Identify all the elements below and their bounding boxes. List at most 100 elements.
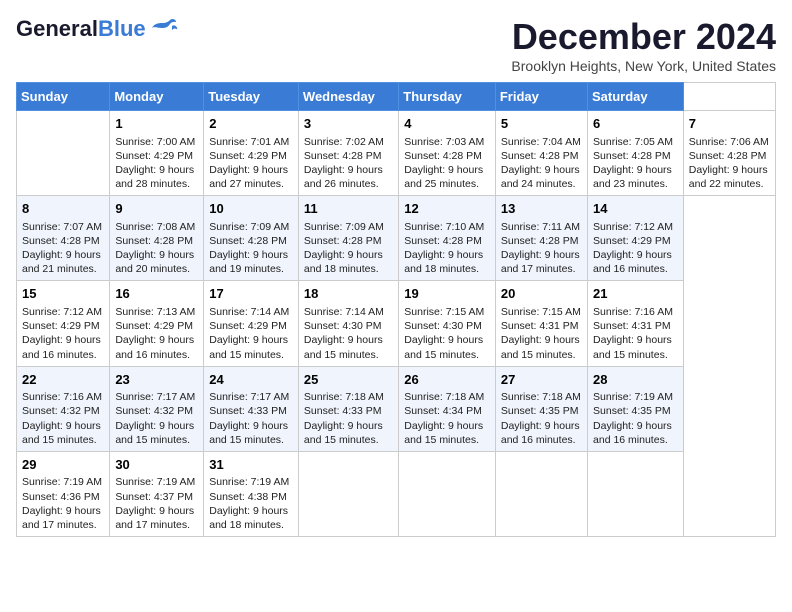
day-info: Sunrise: 7:18 AMSunset: 4:34 PMDaylight:… — [404, 390, 490, 447]
calendar-day-cell: 10Sunrise: 7:09 AMSunset: 4:28 PMDayligh… — [204, 196, 299, 281]
calendar-week-row: 22Sunrise: 7:16 AMSunset: 4:32 PMDayligh… — [17, 366, 776, 451]
day-number: 27 — [501, 371, 582, 389]
day-number: 22 — [22, 371, 104, 389]
day-number: 26 — [404, 371, 490, 389]
day-info: Sunrise: 7:18 AMSunset: 4:33 PMDaylight:… — [304, 390, 393, 447]
day-number: 30 — [115, 456, 198, 474]
calendar-day-cell: 27Sunrise: 7:18 AMSunset: 4:35 PMDayligh… — [495, 366, 587, 451]
day-number: 25 — [304, 371, 393, 389]
weekday-header-saturday: Saturday — [588, 83, 684, 111]
day-info: Sunrise: 7:12 AMSunset: 4:29 PMDaylight:… — [593, 220, 678, 277]
calendar-day-cell: 1 Sunrise: 7:00 AMSunset: 4:29 PMDaylight… — [110, 111, 204, 196]
day-number: 7 — [689, 115, 770, 133]
day-number: 2 — [209, 115, 293, 133]
calendar-day-cell — [298, 451, 398, 536]
day-info: Sunrise: 7:09 AMSunset: 4:28 PMDaylight:… — [304, 220, 393, 277]
day-number: 29 — [22, 456, 104, 474]
day-number: 31 — [209, 456, 293, 474]
day-number: 11 — [304, 200, 393, 218]
calendar-day-cell: 25Sunrise: 7:18 AMSunset: 4:33 PMDayligh… — [298, 366, 398, 451]
calendar-day-cell: 24Sunrise: 7:17 AMSunset: 4:33 PMDayligh… — [204, 366, 299, 451]
calendar-day-cell: 2Sunrise: 7:01 AMSunset: 4:29 PMDaylight… — [204, 111, 299, 196]
day-info: Sunrise: 7:17 AMSunset: 4:33 PMDaylight:… — [209, 390, 293, 447]
calendar-day-cell: 28Sunrise: 7:19 AMSunset: 4:35 PMDayligh… — [588, 366, 684, 451]
day-number: 14 — [593, 200, 678, 218]
calendar-day-cell — [495, 451, 587, 536]
day-info: Sunrise: 7:00 AMSunset: 4:29 PMDaylight:… — [115, 135, 198, 192]
day-info: Sunrise: 7:05 AMSunset: 4:28 PMDaylight:… — [593, 135, 678, 192]
day-number: 17 — [209, 285, 293, 303]
page-header: GeneralBlue December 2024 Brooklyn Heigh… — [16, 16, 776, 74]
day-info: Sunrise: 7:19 AMSunset: 4:38 PMDaylight:… — [209, 475, 293, 532]
day-number: 1 — [115, 115, 198, 133]
day-info: Sunrise: 7:19 AMSunset: 4:36 PMDaylight:… — [22, 475, 104, 532]
logo-text: GeneralBlue — [16, 16, 146, 42]
day-info: Sunrise: 7:13 AMSunset: 4:29 PMDaylight:… — [115, 305, 198, 362]
calendar-table: SundayMondayTuesdayWednesdayThursdayFrid… — [16, 82, 776, 537]
weekday-header-monday: Monday — [110, 83, 204, 111]
day-number: 24 — [209, 371, 293, 389]
logo-bird-icon — [150, 18, 178, 40]
calendar-day-cell — [588, 451, 684, 536]
calendar-day-cell: 15 Sunrise: 7:12 AMSunset: 4:29 PMDayligh… — [17, 281, 110, 366]
day-number: 4 — [404, 115, 490, 133]
day-info: Sunrise: 7:11 AMSunset: 4:28 PMDaylight:… — [501, 220, 582, 277]
day-info: Sunrise: 7:02 AMSunset: 4:28 PMDaylight:… — [304, 135, 393, 192]
day-info: Sunrise: 7:08 AMSunset: 4:28 PMDaylight:… — [115, 220, 198, 277]
calendar-day-cell: 31Sunrise: 7:19 AMSunset: 4:38 PMDayligh… — [204, 451, 299, 536]
calendar-day-cell: 23Sunrise: 7:17 AMSunset: 4:32 PMDayligh… — [110, 366, 204, 451]
calendar-day-cell: 11 Sunrise: 7:09 AMSunset: 4:28 PMDayligh… — [298, 196, 398, 281]
calendar-day-cell: 13 Sunrise: 7:11 AMSunset: 4:28 PMDayligh… — [495, 196, 587, 281]
month-title: December 2024 — [511, 16, 776, 58]
day-number: 10 — [209, 200, 293, 218]
calendar-day-cell: 6 Sunrise: 7:05 AMSunset: 4:28 PMDaylight… — [588, 111, 684, 196]
day-number: 21 — [593, 285, 678, 303]
day-number: 13 — [501, 200, 582, 218]
weekday-header-wednesday: Wednesday — [298, 83, 398, 111]
calendar-day-cell: 18 Sunrise: 7:14 AMSunset: 4:30 PMDayligh… — [298, 281, 398, 366]
day-info: Sunrise: 7:12 AMSunset: 4:29 PMDaylight:… — [22, 305, 104, 362]
weekday-header-sunday: Sunday — [17, 83, 110, 111]
calendar-week-row: 8Sunrise: 7:07 AMSunset: 4:28 PMDaylight… — [17, 196, 776, 281]
calendar-day-cell: 8Sunrise: 7:07 AMSunset: 4:28 PMDaylight… — [17, 196, 110, 281]
day-info: Sunrise: 7:19 AMSunset: 4:35 PMDaylight:… — [593, 390, 678, 447]
day-info: Sunrise: 7:15 AMSunset: 4:31 PMDaylight:… — [501, 305, 582, 362]
calendar-week-row: 1 Sunrise: 7:00 AMSunset: 4:29 PMDaylight… — [17, 111, 776, 196]
day-info: Sunrise: 7:17 AMSunset: 4:32 PMDaylight:… — [115, 390, 198, 447]
day-number: 23 — [115, 371, 198, 389]
calendar-day-cell: 21Sunrise: 7:16 AMSunset: 4:31 PMDayligh… — [588, 281, 684, 366]
calendar-day-cell: 14 Sunrise: 7:12 AMSunset: 4:29 PMDayligh… — [588, 196, 684, 281]
location-text: Brooklyn Heights, New York, United State… — [511, 58, 776, 74]
day-number: 8 — [22, 200, 104, 218]
calendar-day-cell: 22Sunrise: 7:16 AMSunset: 4:32 PMDayligh… — [17, 366, 110, 451]
calendar-day-cell: 9Sunrise: 7:08 AMSunset: 4:28 PMDaylight… — [110, 196, 204, 281]
day-info: Sunrise: 7:19 AMSunset: 4:37 PMDaylight:… — [115, 475, 198, 532]
calendar-day-cell: 3 Sunrise: 7:02 AMSunset: 4:28 PMDaylight… — [298, 111, 398, 196]
weekday-header-tuesday: Tuesday — [204, 83, 299, 111]
day-number: 12 — [404, 200, 490, 218]
day-number: 18 — [304, 285, 393, 303]
calendar-week-row: 29Sunrise: 7:19 AMSunset: 4:36 PMDayligh… — [17, 451, 776, 536]
calendar-day-cell: 17 Sunrise: 7:14 AMSunset: 4:29 PMDayligh… — [204, 281, 299, 366]
day-number: 15 — [22, 285, 104, 303]
day-info: Sunrise: 7:14 AMSunset: 4:30 PMDaylight:… — [304, 305, 393, 362]
day-number: 16 — [115, 285, 198, 303]
calendar-day-cell: 12Sunrise: 7:10 AMSunset: 4:28 PMDayligh… — [399, 196, 496, 281]
day-number: 5 — [501, 115, 582, 133]
calendar-header-row: SundayMondayTuesdayWednesdayThursdayFrid… — [17, 83, 776, 111]
day-info: Sunrise: 7:18 AMSunset: 4:35 PMDaylight:… — [501, 390, 582, 447]
day-info: Sunrise: 7:15 AMSunset: 4:30 PMDaylight:… — [404, 305, 490, 362]
day-info: Sunrise: 7:03 AMSunset: 4:28 PMDaylight:… — [404, 135, 490, 192]
calendar-day-cell: 19Sunrise: 7:15 AMSunset: 4:30 PMDayligh… — [399, 281, 496, 366]
calendar-day-cell: 7 Sunrise: 7:06 AMSunset: 4:28 PMDaylight… — [683, 111, 775, 196]
day-info: Sunrise: 7:04 AMSunset: 4:28 PMDaylight:… — [501, 135, 582, 192]
day-number: 3 — [304, 115, 393, 133]
day-info: Sunrise: 7:06 AMSunset: 4:28 PMDaylight:… — [689, 135, 770, 192]
calendar-day-cell: 20Sunrise: 7:15 AMSunset: 4:31 PMDayligh… — [495, 281, 587, 366]
calendar-day-cell: 26Sunrise: 7:18 AMSunset: 4:34 PMDayligh… — [399, 366, 496, 451]
day-info: Sunrise: 7:14 AMSunset: 4:29 PMDaylight:… — [209, 305, 293, 362]
day-number: 28 — [593, 371, 678, 389]
empty-cell — [17, 111, 110, 196]
day-number: 6 — [593, 115, 678, 133]
calendar-week-row: 15 Sunrise: 7:12 AMSunset: 4:29 PMDayligh… — [17, 281, 776, 366]
